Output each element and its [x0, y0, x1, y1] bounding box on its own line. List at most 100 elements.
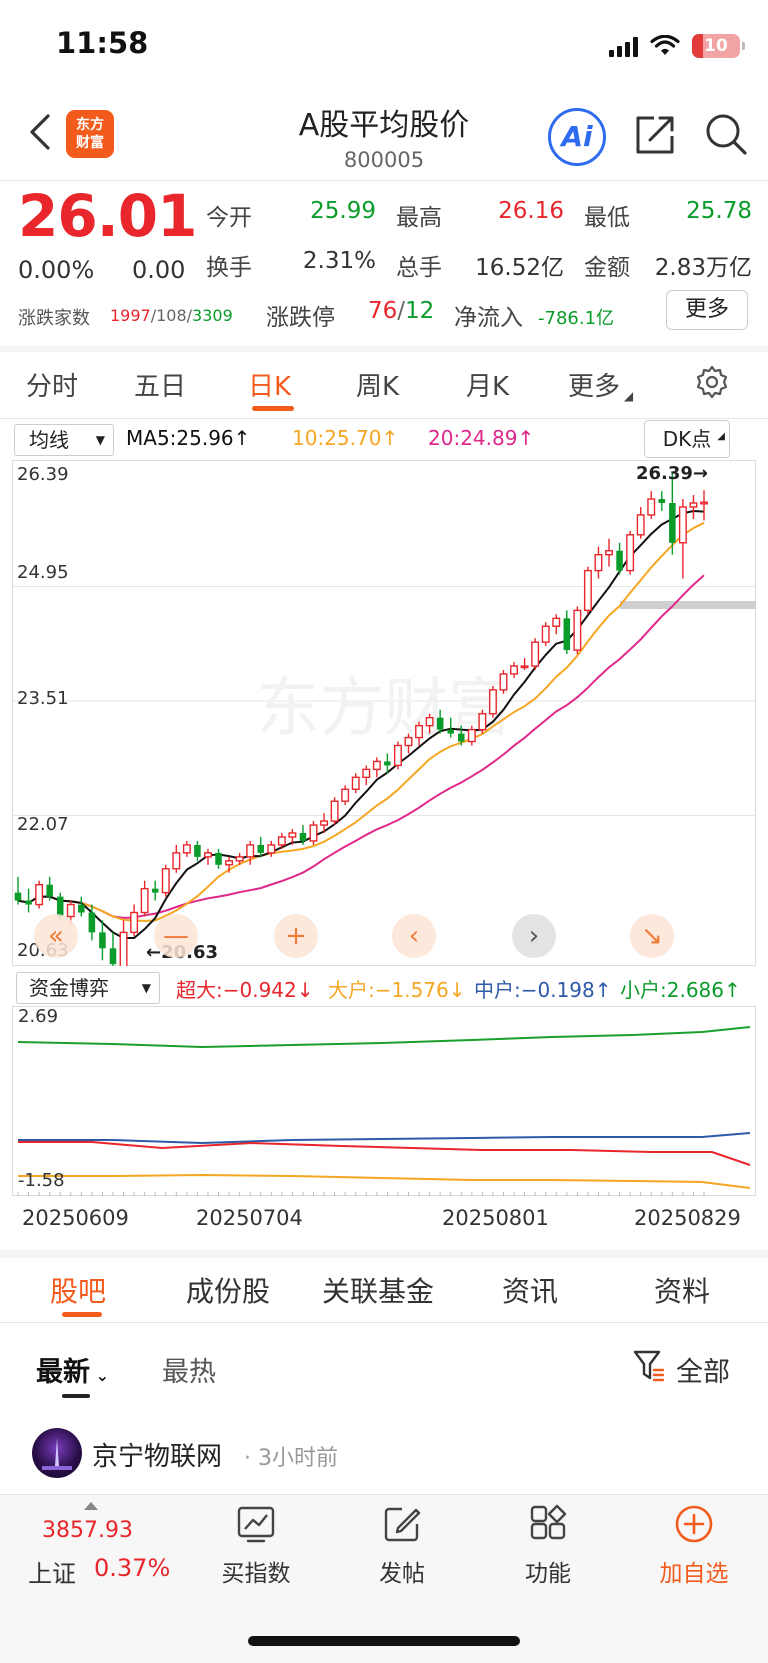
candle-body — [499, 673, 508, 691]
fund-indicator-select[interactable]: 资金博弈 ▼ — [16, 972, 160, 1004]
candle — [531, 638, 540, 670]
turnover-label: 换手 — [206, 255, 252, 281]
avatar[interactable] — [32, 1428, 82, 1478]
candle-body — [404, 736, 413, 747]
candle — [499, 669, 508, 694]
filter-icon[interactable] — [632, 1348, 666, 1384]
zoom-in-button[interactable]: + — [274, 914, 318, 958]
candle-body — [689, 502, 698, 508]
candle-body — [520, 665, 529, 669]
candle — [309, 821, 318, 845]
scroll-left-button[interactable]: ‹ — [392, 914, 436, 958]
ma10-legend: 10:25.70↑ — [292, 426, 399, 450]
fullscreen-button[interactable]: ↘ — [630, 914, 674, 958]
tab-constituents[interactable]: 成份股 — [186, 1270, 270, 1310]
add-watchlist-icon[interactable] — [674, 1504, 714, 1544]
candle-body — [14, 892, 22, 901]
y-tick: 23.51 — [17, 688, 69, 709]
candle-body — [552, 617, 561, 627]
y-tick: 24.95 — [17, 562, 69, 583]
ai-assistant-button[interactable]: Ai — [548, 108, 606, 166]
functions-label[interactable]: 功能 — [493, 1554, 603, 1588]
y-tick: 22.07 — [17, 814, 69, 835]
divider — [0, 346, 768, 352]
dk-point-button[interactable]: DK点 ◢ — [644, 420, 730, 458]
x-date-label: 20250829 — [634, 1206, 741, 1230]
low-value: 25.78 — [686, 198, 752, 224]
fund-ymax: 2.69 — [18, 1006, 59, 1027]
index-value[interactable]: 3857.93 — [42, 1518, 133, 1543]
candle-body — [425, 716, 434, 727]
sort-hottest[interactable]: 最热 — [162, 1350, 216, 1389]
share-icon[interactable] — [632, 112, 678, 158]
mid-legend: 中户:−0.198↑ — [474, 978, 612, 1002]
sort-indicator — [62, 1394, 90, 1398]
candle — [35, 880, 44, 909]
tab-daily-k[interactable]: 日K — [248, 366, 291, 403]
candle — [541, 622, 550, 647]
filter-all[interactable]: 全部 — [676, 1350, 730, 1389]
active-tab-indicator — [62, 1312, 102, 1317]
compose-post-icon[interactable] — [382, 1504, 422, 1544]
indicator-select[interactable]: 均线 ▼ — [14, 424, 114, 456]
scroll-left-fast-button[interactable]: « — [34, 914, 78, 958]
candle-body — [563, 618, 571, 651]
tab-profile[interactable]: 资料 — [654, 1270, 710, 1310]
amount-value: 2.83万亿 — [654, 255, 752, 281]
candle-body — [447, 729, 454, 734]
candle — [583, 566, 592, 615]
candle-body — [194, 844, 201, 857]
candle-body — [235, 856, 244, 862]
wifi-icon — [650, 35, 680, 55]
divider — [0, 418, 768, 419]
add-watchlist-label[interactable]: 加自选 — [639, 1554, 749, 1588]
tab-five-day[interactable]: 五日 — [134, 366, 186, 403]
candle-body — [393, 744, 402, 767]
buy-index-icon[interactable] — [236, 1504, 276, 1544]
candlestick-chart[interactable]: 东方财富 26.39→ ←20.63 — [12, 460, 756, 966]
tab-news[interactable]: 资讯 — [502, 1270, 558, 1310]
candle-body — [436, 717, 444, 730]
active-tab-indicator — [252, 406, 294, 411]
scroll-right-button[interactable]: › — [512, 914, 556, 958]
poster-name[interactable]: 京宁物联网 — [92, 1436, 222, 1473]
tab-guba[interactable]: 股吧 — [50, 1270, 106, 1310]
candle-body — [605, 550, 613, 556]
settings-gear-icon[interactable] — [694, 364, 730, 400]
compose-post-label[interactable]: 发帖 — [347, 1554, 457, 1588]
functions-grid-icon[interactable] — [528, 1504, 568, 1544]
tab-intraday[interactable]: 分时 — [26, 366, 78, 403]
inflow-label: 净流入 — [454, 305, 523, 331]
amount-label: 金额 — [584, 255, 630, 281]
battery-icon: 10 — [692, 34, 745, 58]
index-name[interactable]: 上证 — [28, 1554, 76, 1589]
candle-body — [299, 832, 307, 841]
large-legend: 大户:−1.576↓ — [328, 978, 466, 1002]
candle-body — [488, 689, 497, 715]
tab-weekly-k[interactable]: 周K — [356, 366, 399, 403]
tab-more[interactable]: 更多 ◢ — [568, 366, 633, 403]
candle-body — [330, 800, 339, 822]
small-legend: 小户:2.686↑ — [620, 978, 741, 1002]
candle-body — [78, 904, 85, 913]
tab-related-funds[interactable]: 关联基金 — [322, 1270, 434, 1310]
tab-monthly-k[interactable]: 月K — [466, 366, 509, 403]
candle — [573, 606, 582, 655]
x-date-label: 20250609 — [22, 1206, 129, 1230]
candle-body — [161, 868, 170, 894]
divider — [0, 1322, 768, 1323]
candle-body — [130, 911, 139, 934]
candle-body — [384, 761, 391, 766]
breadth-label: 涨跌家数 — [18, 308, 90, 329]
candle-body — [541, 625, 550, 643]
signal-icon — [609, 35, 638, 57]
expand-arrow-icon[interactable] — [84, 1502, 98, 1510]
inflow-value: -786.1亿 — [538, 308, 615, 329]
buy-index-label[interactable]: 买指数 — [201, 1554, 311, 1588]
sort-latest[interactable]: 最新 ⌄ — [36, 1350, 109, 1389]
search-icon[interactable] — [704, 112, 748, 156]
fund-ymin: -1.58 — [18, 1170, 65, 1191]
zoom-out-button[interactable]: — — [154, 914, 198, 958]
more-button[interactable]: 更多 — [666, 290, 748, 330]
index-percent[interactable]: 0.37% — [94, 1554, 170, 1582]
